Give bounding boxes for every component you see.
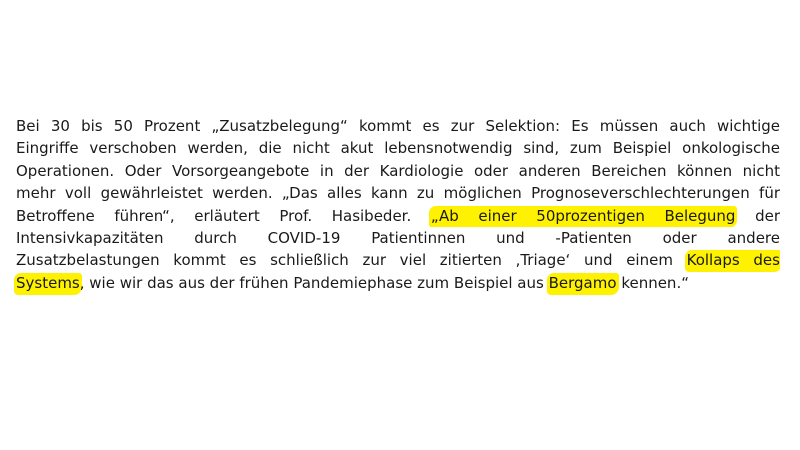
highlight-belegung: „Ab einer 50prozentigen Belegung xyxy=(428,205,738,227)
line8-text-middle: , wie wir das aus der frühen Pandemiepha… xyxy=(79,273,544,292)
highlight-kollaps: Kollaps des xyxy=(684,250,780,272)
article-paragraph: Bei 30 bis 50 Prozent „Zusatzbelegung“ k… xyxy=(14,115,780,295)
paragraph-line-4: mehr voll gewährleistet werden. „Das all… xyxy=(16,184,780,203)
paragraph-line-3: Operationen. Oder Vorsorgeangebote in de… xyxy=(16,161,780,180)
paragraph-line-8: Systems, wie wir das aus der frühen Pand… xyxy=(14,272,780,295)
line5-text-before: Betroffene führen“, erläutert Prof. Hasi… xyxy=(16,206,412,225)
paragraph-line-6: Intensivkapazitäten durch COVID-19 Patie… xyxy=(16,228,780,247)
line7-text-before: Zusatzbelastungen kommt es schließlich z… xyxy=(16,251,673,270)
paragraph-line-2: Eingriffe verschoben werden, die nicht a… xyxy=(16,139,780,158)
document-page: Bei 30 bis 50 Prozent „Zusatzbelegung“ k… xyxy=(0,0,800,450)
line5-text-after: der xyxy=(755,206,780,225)
line8-text-after: kennen.“ xyxy=(621,273,689,292)
paragraph-line-1: Bei 30 bis 50 Prozent „Zusatzbelegung“ k… xyxy=(16,117,780,135)
highlight-bergamo: Bergamo xyxy=(546,272,619,295)
highlight-systems: Systems xyxy=(14,272,82,295)
paragraph-line-7: Zusatzbelastungen kommt es schließlich z… xyxy=(16,249,780,272)
paragraph-line-5: Betroffene führen“, erläutert Prof. Hasi… xyxy=(16,205,780,227)
